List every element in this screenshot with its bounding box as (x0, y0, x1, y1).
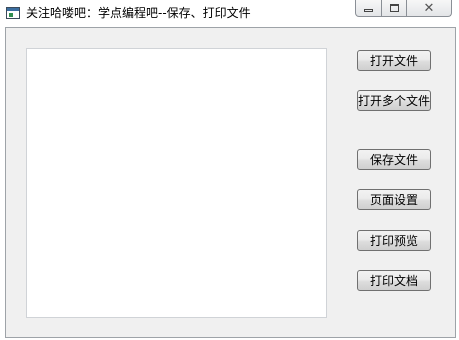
window-title: 关注哈喽吧：学点编程吧--保存、打印文件 (26, 6, 251, 20)
open-file-button[interactable]: 打开文件 (357, 50, 431, 71)
app-window-icon[interactable] (6, 7, 20, 19)
maximize-icon (389, 4, 399, 12)
minimize-button[interactable] (355, 0, 382, 17)
close-icon: ✕ (423, 0, 435, 16)
minimize-icon (364, 9, 373, 12)
app-icon-bar (7, 8, 19, 11)
save-file-button[interactable]: 保存文件 (357, 149, 431, 170)
print-preview-button[interactable]: 打印预览 (357, 230, 431, 251)
text-editor[interactable] (26, 48, 327, 318)
page-setup-button[interactable]: 页面设置 (357, 189, 431, 210)
app-icon-body (9, 13, 13, 17)
close-button[interactable]: ✕ (406, 0, 452, 17)
client-area: 打开文件 打开多个文件 保存文件 页面设置 打印预览 打印文档 (5, 27, 456, 338)
print-document-button[interactable]: 打印文档 (357, 270, 431, 291)
app-window: 关注哈喽吧：学点编程吧--保存、打印文件 ✕ 打开文件 打开多个文件 保存文件 … (0, 0, 459, 340)
maximize-button[interactable] (381, 0, 407, 17)
title-bar[interactable]: 关注哈喽吧：学点编程吧--保存、打印文件 ✕ (0, 0, 459, 26)
open-multiple-files-button[interactable]: 打开多个文件 (357, 90, 431, 111)
